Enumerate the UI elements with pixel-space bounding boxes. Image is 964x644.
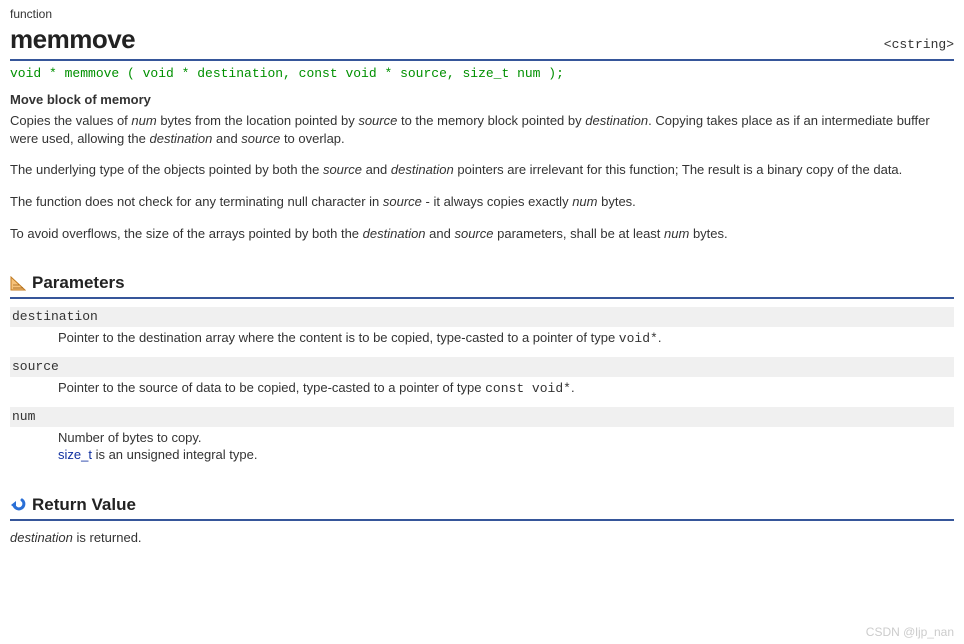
parameters-heading: Parameters [10,272,954,299]
desc-num: num [572,194,597,209]
desc-source: source [323,162,362,177]
watermark: CSDN @ljp_nan [866,624,954,640]
return-value-desc: destination is returned. [10,529,954,547]
param-type-code: void* [619,331,658,346]
parameters-section: Parameters destination Pointer to the de… [10,272,954,464]
header-include: <cstring> [884,36,954,54]
param-text: Pointer to the source of data to be copi… [58,380,485,395]
desc-source: source [358,113,397,128]
desc-destination: destination [363,226,426,241]
param-type-code: const void* [485,381,571,396]
desc-text: and [362,162,391,177]
desc-text: parameters, shall be at least [494,226,665,241]
desc-text: To avoid overflows, the size of the arra… [10,226,363,241]
desc-text: - it always copies exactly [422,194,572,209]
desc-destination: destination [391,162,454,177]
desc-destination: destination [149,131,212,146]
param-destination-name: destination [10,307,954,327]
param-text: . [658,330,662,345]
desc-text: bytes. [689,226,727,241]
desc-text: The underlying type of the objects point… [10,162,323,177]
return-icon [10,497,26,513]
title-row: memmove <cstring> [10,22,954,61]
desc-source: source [454,226,493,241]
desc-text: Copies the values of [10,113,131,128]
parameters-title: Parameters [32,272,125,295]
return-value-title: Return Value [32,494,136,517]
desc-text: to overlap. [280,131,344,146]
desc-num: num [664,226,689,241]
parameters-icon [10,276,26,292]
function-signature: void * memmove ( void * destination, con… [10,63,954,89]
desc-text: to the memory block pointed by [397,113,585,128]
desc-source: source [383,194,422,209]
desc-text: bytes from the location pointed by [157,113,359,128]
desc-text: and [212,131,241,146]
desc-text: pointers are irrelevant for this functio… [454,162,903,177]
param-text: is an unsigned integral type. [92,447,258,462]
return-value-section: Return Value destination is returned. [10,494,954,546]
type-link-size_t[interactable]: size_t [58,447,92,462]
param-text: Number of bytes to copy. [58,430,202,445]
kind-label: function [10,6,954,22]
param-text: . [571,380,575,395]
desc-destination: destination [585,113,648,128]
page-title: memmove [10,22,135,57]
param-source-desc: Pointer to the source of data to be copi… [58,379,954,398]
return-value-heading: Return Value [10,494,954,521]
desc-source: source [241,131,280,146]
description: Copies the values of num bytes from the … [10,112,954,242]
param-destination-desc: Pointer to the destination array where t… [58,329,954,348]
desc-text: bytes. [597,194,635,209]
return-text: is returned. [73,530,142,545]
param-source-name: source [10,357,954,377]
param-num-name: num [10,407,954,427]
param-text: Pointer to the destination array where t… [58,330,619,345]
desc-num: num [131,113,156,128]
return-destination: destination [10,530,73,545]
desc-text: The function does not check for any term… [10,194,383,209]
summary-heading: Move block of memory [10,91,954,109]
param-num-desc: Number of bytes to copy. size_t is an un… [58,429,954,464]
desc-text: and [426,226,455,241]
